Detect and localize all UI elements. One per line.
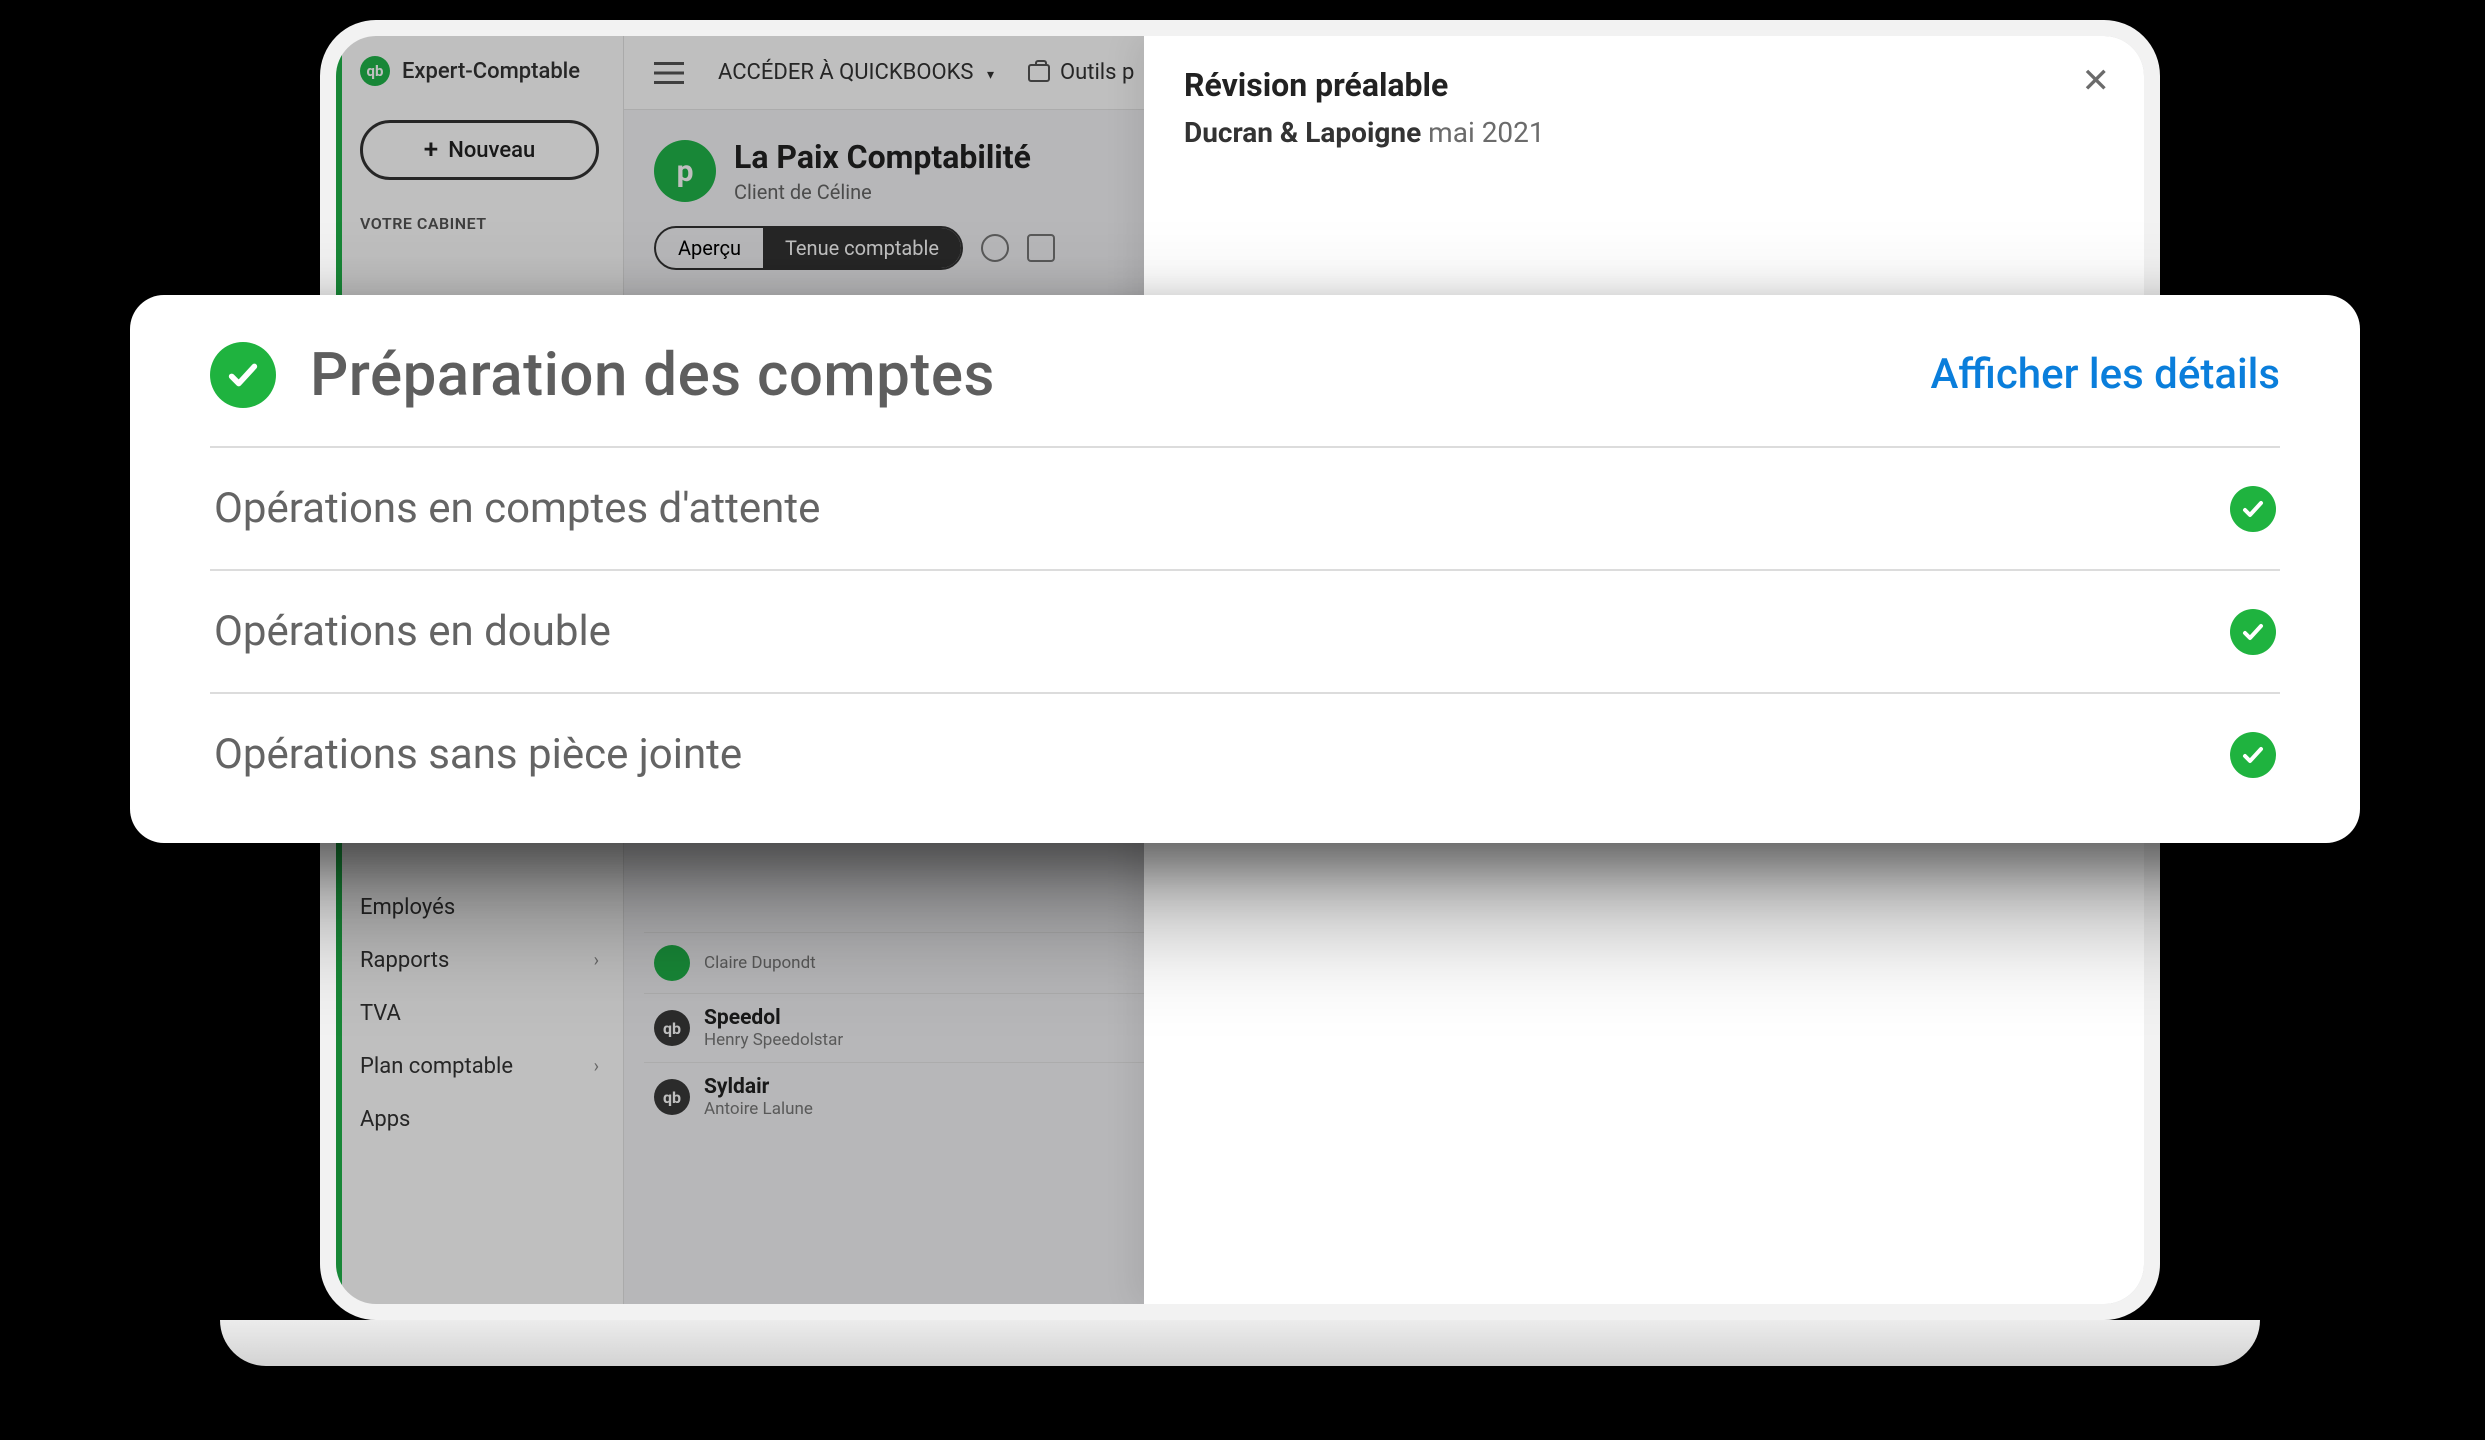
overlay-row[interactable]: Opérations en comptes d'attente [210,448,2280,571]
segment-apercu[interactable]: Aperçu [656,228,763,268]
preparation-overlay: Préparation des comptes Afficher les dét… [130,295,2360,843]
tools-menu[interactable]: Outils p [1028,60,1134,85]
new-button[interactable]: + Nouveau [360,120,599,180]
overlay-row-label: Opérations en double [214,607,611,656]
revision-subtitle: Ducran & Lapoigne mai 2021 [1184,116,2104,149]
check-circle-icon [210,342,276,408]
revision-client-name: Ducran & Lapoigne [1184,116,1421,149]
sidebar-item-employes[interactable]: Employés [336,881,623,934]
sidebar-item-label: TVA [360,1001,401,1026]
overlay-row-label: Opérations en comptes d'attente [214,484,820,533]
overlay-title: Préparation des comptes [310,339,995,410]
sidebar-item-apps[interactable]: Apps [336,1093,623,1146]
sidebar-item-tva[interactable]: TVA [336,987,623,1040]
qb-logo-icon: qb [360,56,390,86]
revision-period-text: mai 2021 [1428,116,1544,149]
sidebar-item-label: Employés [360,895,455,920]
close-icon[interactable]: ✕ [2082,64,2111,98]
check-circle-icon [2230,486,2276,532]
chevron-right-icon: › [594,950,599,971]
check-circle-icon [2230,609,2276,655]
view-segment[interactable]: Aperçu Tenue comptable [654,226,963,270]
client-row-avatar: qb [654,1010,690,1046]
brand-text: Expert-Comptable [402,59,580,84]
new-button-label: Nouveau [448,138,535,163]
chevron-down-icon: ▾ [987,67,994,83]
sidebar-heading: VOTRE CABINET [336,206,623,241]
check-circle-icon [2230,732,2276,778]
overlay-row[interactable]: Opérations sans pièce jointe [210,694,2280,815]
client-avatar: p [654,140,716,202]
filter-icon[interactable] [1027,234,1055,262]
plus-icon: + [424,135,438,165]
client-row-avatar [654,945,690,981]
sidebar-item-label: Rapports [360,948,449,973]
chevron-right-icon: › [594,1056,599,1077]
access-quickbooks-menu[interactable]: ACCÉDER À QUICKBOOKS ▾ [718,60,994,85]
sidebar-item-label: Apps [360,1107,410,1132]
segment-tenue-comptable[interactable]: Tenue comptable [763,228,961,268]
overlay-header: Préparation des comptes Afficher les dét… [210,339,2280,448]
revision-title: Révision préalable [1184,66,2104,104]
sidebar-item-label: Plan comptable [360,1054,513,1079]
client-row-avatar: qb [654,1079,690,1115]
overlay-details-link[interactable]: Afficher les détails [1930,350,2280,399]
briefcase-icon [1028,64,1050,82]
sidebar-item-plan-comptable[interactable]: Plan comptable › [336,1040,623,1093]
client-subtitle: Client de Céline [734,180,1031,204]
sidebar-item-rapports[interactable]: Rapports › [336,934,623,987]
brand-row: qb Expert-Comptable [336,36,623,96]
tools-label: Outils p [1060,60,1134,85]
access-label: ACCÉDER À QUICKBOOKS [718,60,974,85]
overlay-row-label: Opérations sans pièce jointe [214,730,742,779]
client-name: La Paix Comptabilité [734,138,1031,176]
menu-icon[interactable] [654,62,684,84]
refresh-icon[interactable] [981,234,1009,262]
overlay-row[interactable]: Opérations en double [210,571,2280,694]
device-base [220,1320,2260,1366]
